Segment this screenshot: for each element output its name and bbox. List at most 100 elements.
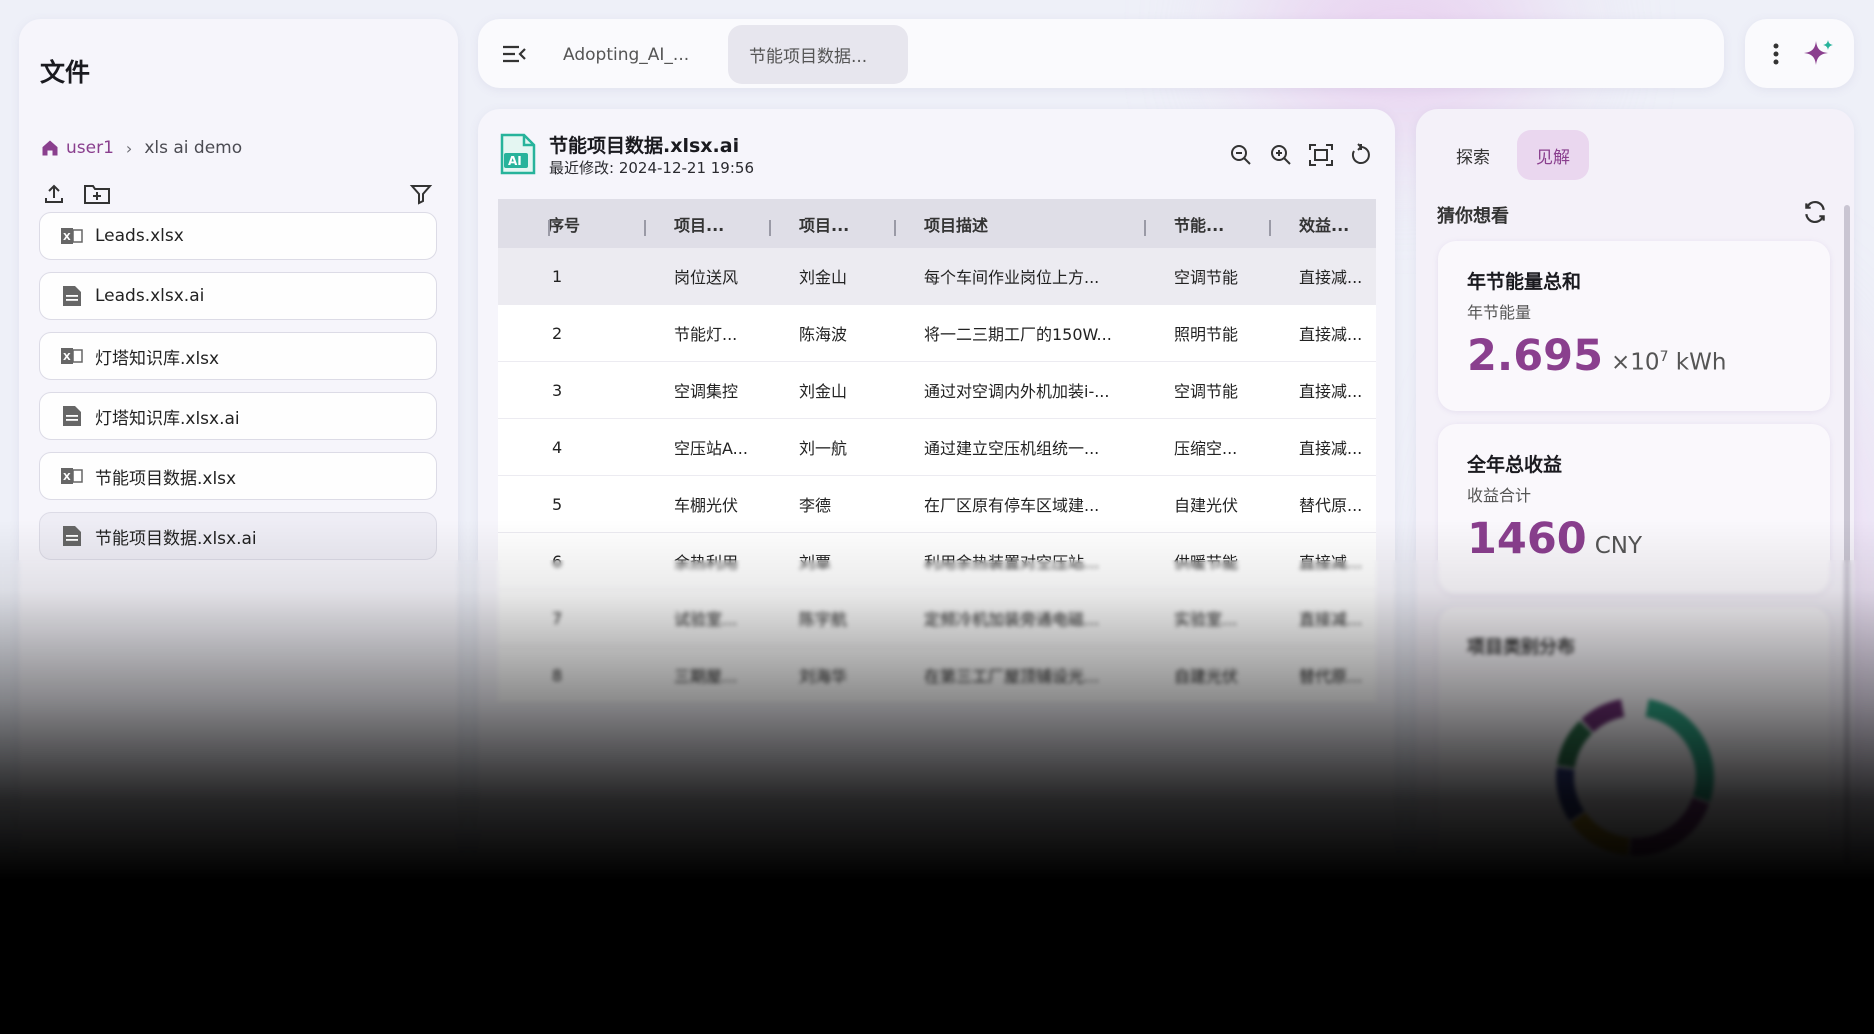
table-row[interactable]: 4 空压站A... 刘一航 通过建立空压机组统一... 压缩空... 直接减...	[498, 419, 1376, 476]
column-header[interactable]: 项目描述	[894, 212, 1144, 236]
table-cell[interactable]: 刘一航	[769, 435, 894, 459]
table-row[interactable]: 1 岗位送风 刘金山 每个车间作业岗位上方... 空调节能 直接减...	[498, 248, 1376, 305]
table-cell[interactable]: 直接减...	[1269, 321, 1376, 345]
table-cell[interactable]: 定频冷机加装旁通电磁...	[894, 606, 1144, 630]
refresh-button[interactable]	[1802, 199, 1828, 229]
table-cell[interactable]: 刘覃	[769, 549, 894, 573]
table-cell[interactable]: 空调节能	[1144, 378, 1269, 402]
table-cell[interactable]: 直接减...	[1269, 378, 1376, 402]
table-cell[interactable]: 5	[548, 495, 644, 514]
card-unit: ×107 kWh	[1611, 349, 1727, 376]
table-row[interactable]: 7 试验室... 陈宇航 定频冷机加装旁通电磁... 实验室... 直接减...	[498, 590, 1376, 647]
total-revenue-card[interactable]: 全年总收益 收益合计 1460 CNY	[1438, 424, 1830, 594]
table-cell[interactable]: 1	[548, 267, 644, 286]
top-right-actions	[1745, 19, 1854, 88]
breadcrumb-root[interactable]: user1	[40, 138, 114, 158]
table-cell[interactable]: 空压站A...	[644, 435, 769, 459]
table-row[interactable]: 5 车棚光伏 李德 在厂区原有停车区域建... 自建光伏 替代原...	[498, 476, 1376, 533]
file-item[interactable]: 灯塔知识库.xlsx.ai	[39, 392, 437, 440]
table-cell[interactable]: 通过建立空压机组统一...	[894, 435, 1144, 459]
document-icon	[61, 285, 83, 307]
table-cell[interactable]: 供暖节能	[1144, 549, 1269, 573]
table-cell[interactable]: 直接减...	[1269, 435, 1376, 459]
table-cell[interactable]: 陈海波	[769, 321, 894, 345]
table-cell[interactable]: 7	[548, 609, 644, 628]
table-cell[interactable]: 8	[548, 666, 644, 685]
collapse-menu-button[interactable]	[499, 39, 529, 69]
zoom-in-button[interactable]	[1267, 141, 1295, 169]
table-cell[interactable]: 将一二三期工厂的150W...	[894, 321, 1144, 345]
table-cell[interactable]: 照明节能	[1144, 321, 1269, 345]
filter-button[interactable]	[406, 179, 436, 209]
more-options-button[interactable]	[1766, 39, 1786, 69]
table-cell[interactable]: 直接减...	[1269, 549, 1376, 573]
ai-sparkle-button[interactable]	[1802, 37, 1836, 71]
table-cell[interactable]: 替代原...	[1269, 492, 1376, 516]
category-distribution-card[interactable]: 项目类别分布	[1438, 607, 1830, 937]
tab-insights[interactable]: 见解	[1517, 130, 1589, 180]
table-cell[interactable]: 自建光伏	[1144, 663, 1269, 687]
column-header[interactable]: 效益...	[1269, 212, 1376, 236]
insights-panel: 探索 见解 猜你想看 年节能量总和 年节能量 2.695 ×107 kWh 全年…	[1416, 109, 1854, 1034]
file-item[interactable]: Leads.xlsx.ai	[39, 272, 437, 320]
table-cell[interactable]: 节能灯...	[644, 321, 769, 345]
svg-text:X: X	[63, 472, 71, 483]
home-icon	[42, 140, 58, 156]
card-subtitle: 收益合计	[1467, 486, 1532, 505]
table-cell[interactable]: 通过对空调内外机加装i-...	[894, 378, 1144, 402]
document-icon	[61, 405, 83, 427]
file-item[interactable]: X 节能项目数据.xlsx	[39, 452, 437, 500]
table-cell[interactable]: 试验室...	[644, 606, 769, 630]
file-name: 灯塔知识库.xlsx	[95, 348, 220, 369]
table-cell[interactable]: 替代原...	[1269, 663, 1376, 687]
fit-screen-button[interactable]	[1307, 141, 1335, 169]
tab-adopting-ai[interactable]: Adopting_AI_...	[542, 25, 710, 84]
table-row[interactable]: 3 空调集控 刘金山 通过对空调内外机加装i-... 空调节能 直接减...	[498, 362, 1376, 419]
zoom-out-button[interactable]	[1227, 141, 1255, 169]
upload-button[interactable]	[39, 179, 69, 209]
column-header[interactable]: 项目...	[644, 212, 769, 236]
table-cell[interactable]: 4	[548, 438, 644, 457]
column-header[interactable]: 项目...	[769, 212, 894, 236]
table-cell[interactable]: 直接减...	[1269, 606, 1376, 630]
table-cell[interactable]: 三期屋...	[644, 663, 769, 687]
tab-energy-project[interactable]: 节能项目数据...	[728, 25, 908, 84]
reset-button[interactable]	[1347, 141, 1375, 169]
table-cell[interactable]: 利用余热装置对空压站...	[894, 549, 1144, 573]
svg-text:X: X	[63, 352, 71, 363]
table-cell[interactable]: 陈宇航	[769, 606, 894, 630]
table-cell[interactable]: 直接减...	[1269, 264, 1376, 288]
folder-plus-icon	[84, 185, 110, 204]
column-header[interactable]: 节能...	[1144, 212, 1269, 236]
table-row[interactable]: 2 节能灯... 陈海波 将一二三期工厂的150W... 照明节能 直接减...	[498, 305, 1376, 362]
table-cell[interactable]: 在厂区原有停车区域建...	[894, 492, 1144, 516]
file-item-selected[interactable]: 节能项目数据.xlsx.ai	[39, 512, 437, 560]
file-item[interactable]: X 灯塔知识库.xlsx	[39, 332, 437, 380]
table-cell[interactable]: 实验室...	[1144, 606, 1269, 630]
table-cell[interactable]: 6	[548, 552, 644, 571]
table-cell[interactable]: 3	[548, 381, 644, 400]
svg-text:AI: AI	[508, 154, 522, 168]
table-cell[interactable]: 每个车间作业岗位上方...	[894, 264, 1144, 288]
table-cell[interactable]: 刘金山	[769, 378, 894, 402]
new-folder-button[interactable]	[82, 179, 112, 209]
scrollbar[interactable]	[1844, 205, 1850, 865]
table-cell[interactable]: 车棚光伏	[644, 492, 769, 516]
table-cell[interactable]: 空调节能	[1144, 264, 1269, 288]
table-cell[interactable]: 在第三工厂屋顶铺设光...	[894, 663, 1144, 687]
table-cell[interactable]: 刘海华	[769, 663, 894, 687]
file-item[interactable]: X Leads.xlsx	[39, 212, 437, 260]
table-cell[interactable]: 岗位送风	[644, 264, 769, 288]
table-cell[interactable]: 李德	[769, 492, 894, 516]
column-header[interactable]: 序号	[548, 212, 644, 236]
table-cell[interactable]: 2	[548, 324, 644, 343]
energy-saving-card[interactable]: 年节能量总和 年节能量 2.695 ×107 kWh	[1438, 241, 1830, 411]
table-cell[interactable]: 自建光伏	[1144, 492, 1269, 516]
table-cell[interactable]: 压缩空...	[1144, 435, 1269, 459]
table-cell[interactable]: 刘金山	[769, 264, 894, 288]
table-row[interactable]: 6 余热利用 刘覃 利用余热装置对空压站... 供暖节能 直接减...	[498, 533, 1376, 590]
tab-explore[interactable]: 探索	[1437, 130, 1509, 180]
table-row[interactable]: 8 三期屋... 刘海华 在第三工厂屋顶铺设光... 自建光伏 替代原...	[498, 647, 1376, 704]
table-cell[interactable]: 余热利用	[644, 549, 769, 573]
table-cell[interactable]: 空调集控	[644, 378, 769, 402]
